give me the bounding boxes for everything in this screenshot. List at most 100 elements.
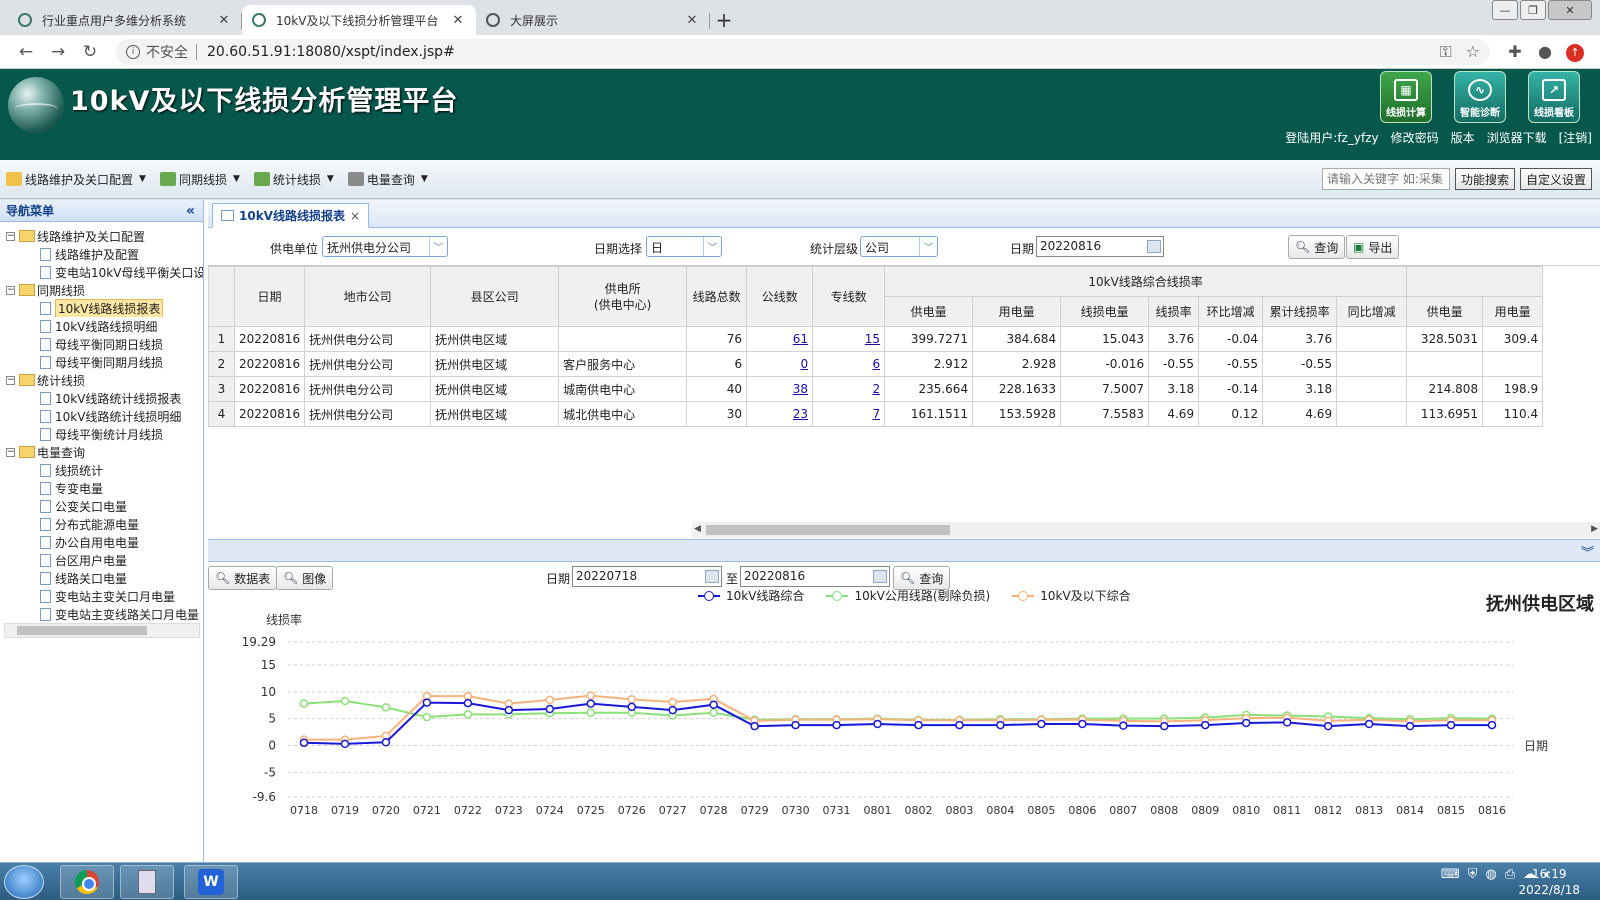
browser-download-link[interactable]: 浏览器下载 bbox=[1487, 129, 1547, 146]
column-header[interactable]: 线损电量 bbox=[1060, 296, 1150, 327]
browser-tab-1[interactable]: 行业重点用户多维分析系统 ✕ bbox=[8, 5, 242, 35]
drilldown-link[interactable]: 38 bbox=[793, 382, 808, 396]
tree-item[interactable]: 分布式能源电量 bbox=[6, 515, 203, 533]
shield-icon[interactable]: ⛨ bbox=[1468, 867, 1478, 882]
column-header[interactable]: 环比增减 bbox=[1198, 296, 1264, 327]
minimize-icon[interactable]: — bbox=[1492, 0, 1518, 20]
tree-item-selected[interactable]: 10kV线路线损报表 bbox=[6, 299, 203, 317]
tree-item[interactable]: 10kV线路线损明细 bbox=[6, 317, 203, 335]
close-tab-icon[interactable]: ✕ bbox=[684, 13, 700, 28]
drilldown-link[interactable]: 61 bbox=[793, 332, 808, 346]
menu-stat-line-loss[interactable]: 统计线损 ▼ bbox=[253, 171, 334, 188]
table-cell[interactable]: 61 bbox=[746, 326, 814, 352]
drilldown-link[interactable]: 23 bbox=[793, 407, 808, 421]
table-cell[interactable]: 0 bbox=[746, 351, 814, 377]
column-header[interactable]: 公线数 bbox=[746, 266, 814, 327]
grid-horizontal-scrollbar[interactable]: ◀ ▶ bbox=[692, 522, 1600, 538]
taskbar-chrome[interactable] bbox=[60, 865, 114, 899]
tree-item[interactable]: 母线平衡统计月线损 bbox=[6, 425, 203, 443]
line-loss-calc-button[interactable]: ▦ 线损计算 bbox=[1380, 71, 1432, 123]
bookmark-star-icon[interactable]: ☆ bbox=[1466, 42, 1480, 61]
change-password-link[interactable]: 修改密码 bbox=[1391, 129, 1439, 146]
drilldown-link[interactable]: 0 bbox=[800, 357, 808, 371]
column-header[interactable]: 供电所 (供电中心) bbox=[558, 266, 688, 327]
sidebar-scrollbar[interactable] bbox=[4, 623, 200, 638]
window-close-icon[interactable]: ✕ bbox=[1548, 0, 1592, 20]
tree-toggle-icon[interactable]: − bbox=[6, 447, 15, 457]
windows-start-icon[interactable] bbox=[4, 865, 44, 899]
drilldown-link[interactable]: 6 bbox=[872, 357, 880, 371]
export-button[interactable]: ▣ 导出 bbox=[1346, 235, 1400, 259]
url-text[interactable]: 20.60.51.91:18080/xspt/index.jsp# bbox=[207, 44, 1439, 60]
menu-power-query[interactable]: 电量查询 ▼ bbox=[347, 171, 428, 188]
version-link[interactable]: 版本 bbox=[1451, 129, 1475, 146]
update-icon[interactable]: ↑ bbox=[1560, 41, 1590, 62]
tree-item[interactable]: 变电站主变关口月电量 bbox=[6, 587, 203, 605]
close-tab-icon[interactable]: × bbox=[350, 209, 360, 223]
table-cell[interactable]: 2 bbox=[812, 376, 886, 402]
menu-line-maintenance[interactable]: 线路维护及关口配置 ▼ bbox=[6, 171, 146, 188]
tree-toggle-icon[interactable]: − bbox=[6, 375, 15, 385]
drilldown-link[interactable]: 7 bbox=[872, 407, 880, 421]
taskbar-wps[interactable]: W bbox=[184, 865, 238, 899]
table-cell[interactable]: 6 bbox=[812, 351, 886, 377]
tree-item[interactable]: 办公自用电电量 bbox=[6, 533, 203, 551]
table-cell[interactable]: 7 bbox=[812, 401, 886, 427]
close-tab-icon[interactable]: ✕ bbox=[450, 13, 466, 28]
tree-group[interactable]: − 统计线损 bbox=[6, 371, 203, 389]
column-header[interactable]: 线损率 bbox=[1148, 296, 1200, 327]
info-icon[interactable]: i bbox=[126, 44, 140, 59]
tree-toggle-icon[interactable]: − bbox=[6, 285, 15, 295]
drilldown-link[interactable]: 15 bbox=[865, 332, 880, 346]
tree-item[interactable]: 10kV线路统计线损报表 bbox=[6, 389, 203, 407]
keyboard-icon[interactable]: ⌨ bbox=[1441, 867, 1460, 882]
profile-avatar-icon[interactable]: ● bbox=[1530, 42, 1560, 61]
browser-tab-3[interactable]: 大屏展示 ✕ bbox=[476, 5, 710, 35]
column-header[interactable]: 地市公司 bbox=[304, 266, 432, 327]
reload-icon[interactable]: ↻ bbox=[74, 42, 106, 62]
line-loss-dashboard-button[interactable]: ↗ 线损看板 bbox=[1528, 71, 1580, 123]
column-header[interactable]: 用电量 bbox=[972, 296, 1062, 327]
column-header[interactable]: 同比增减 bbox=[1336, 296, 1408, 327]
logout-link[interactable]: [注销] bbox=[1559, 129, 1592, 146]
column-header[interactable]: 县区公司 bbox=[430, 266, 560, 327]
taskbar-calculator[interactable] bbox=[120, 865, 174, 899]
key-icon[interactable]: ⚿ bbox=[1439, 42, 1451, 62]
menu-sync-line-loss[interactable]: 同期线损 ▼ bbox=[159, 171, 240, 188]
table-cell[interactable]: 23 bbox=[746, 401, 814, 427]
tree-item[interactable]: 变电站10kV母线平衡关口设置 bbox=[6, 263, 203, 281]
new-tab-button[interactable]: + bbox=[710, 5, 738, 35]
table-row[interactable]: 4 20220816 抚州供电分公司 抚州供电区域 城北供电中心 30 23 7 161.151… bbox=[208, 401, 1544, 427]
column-header[interactable]: 日期 bbox=[233, 266, 306, 327]
function-search-button[interactable]: 功能搜索 bbox=[1454, 168, 1515, 190]
printer-icon[interactable]: ⎙ bbox=[1505, 867, 1515, 882]
tree-item[interactable]: 母线平衡同期日线损 bbox=[6, 335, 203, 353]
date-input[interactable]: 20220816 bbox=[1036, 236, 1164, 257]
column-header[interactable]: 累计线损率 bbox=[1262, 296, 1338, 327]
drilldown-link[interactable]: 2 bbox=[872, 382, 880, 396]
table-cell[interactable]: 15 bbox=[812, 326, 886, 352]
tree-item[interactable]: 台区用户电量 bbox=[6, 551, 203, 569]
keyword-search-input[interactable] bbox=[1321, 168, 1450, 190]
table-row[interactable]: 2 20220816 抚州供电分公司 抚州供电区域 客户服务中心 6 0 6 2.912 2.92… bbox=[208, 351, 1544, 377]
tree-item[interactable]: 10kV线路统计线损明细 bbox=[6, 407, 203, 425]
tree-toggle-icon[interactable]: − bbox=[6, 231, 15, 241]
forward-arrow-icon[interactable]: → bbox=[42, 42, 74, 62]
table-row[interactable]: 1 20220816 抚州供电分公司 抚州供电区域 76 61 15 399.7271 384.… bbox=[208, 326, 1544, 352]
table-cell[interactable]: 38 bbox=[746, 376, 814, 402]
tree-item[interactable]: 线损统计 bbox=[6, 461, 203, 479]
unit-select[interactable]: 抚州供电分公司 ﹀ bbox=[322, 236, 448, 257]
custom-settings-button[interactable]: 自定义设置 bbox=[1519, 168, 1592, 190]
collapse-double-chevron-icon[interactable]: « bbox=[186, 203, 195, 219]
column-header[interactable]: 专线数 bbox=[812, 266, 886, 327]
extensions-puzzle-icon[interactable]: ✚ bbox=[1500, 42, 1530, 61]
tree-item[interactable]: 专变电量 bbox=[6, 479, 203, 497]
column-header[interactable]: 线路总数 bbox=[686, 266, 748, 327]
calendar-icon[interactable] bbox=[1147, 240, 1161, 253]
tree-item[interactable]: 线路关口电量 bbox=[6, 569, 203, 587]
network-icon[interactable]: ◍ bbox=[1485, 867, 1496, 882]
back-arrow-icon[interactable]: ← bbox=[10, 42, 42, 62]
tree-group[interactable]: − 电量查询 bbox=[6, 443, 203, 461]
tab-line-loss-report[interactable]: 10kV线路线损报表 × bbox=[212, 203, 370, 228]
close-tab-icon[interactable]: ✕ bbox=[216, 13, 232, 28]
